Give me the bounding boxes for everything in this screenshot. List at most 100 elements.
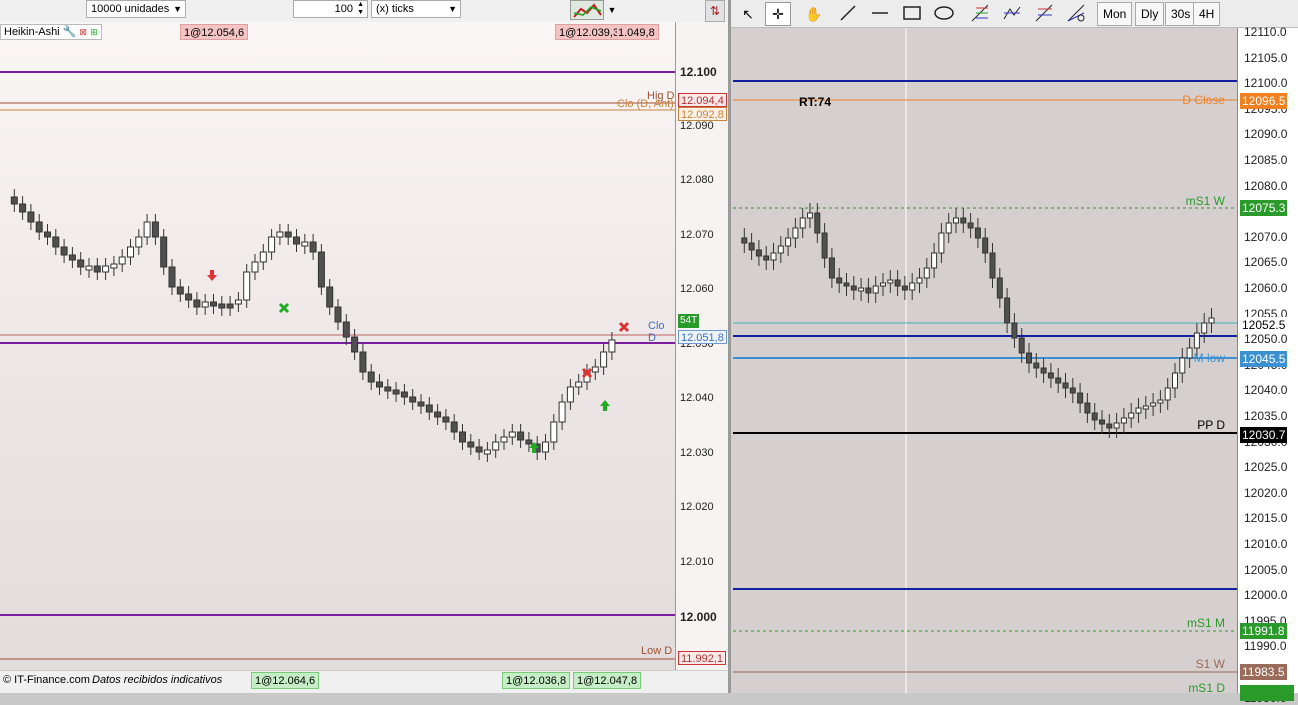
candle-body bbox=[259, 251, 267, 263]
candle-body bbox=[850, 285, 857, 291]
axis-tick-label: 12110.0 bbox=[1244, 25, 1287, 39]
top-flag-3[interactable]: 1.049,8 bbox=[617, 24, 659, 40]
timeframe-30s[interactable]: 30s bbox=[1165, 2, 1197, 26]
candle-body bbox=[409, 396, 417, 403]
axis-tag-pp-d: 12030.7 bbox=[1240, 427, 1288, 443]
axis-tag-current: 12.051,8 bbox=[678, 330, 727, 344]
candle-body bbox=[309, 241, 317, 253]
exit-cross-icon bbox=[278, 302, 290, 314]
ellipse-icon[interactable] bbox=[931, 2, 957, 26]
candle-body bbox=[1193, 332, 1200, 349]
axis-tag-high-d: 12.094,4 bbox=[678, 93, 727, 107]
timeframe-mon[interactable]: Mon bbox=[1097, 2, 1133, 26]
add-green-icon[interactable]: ⊞ bbox=[90, 27, 98, 37]
candle-body bbox=[865, 287, 872, 294]
right-chart-plot[interactable]: RT:74 D Close mS1 W M low PP D mS1 M S1 … bbox=[731, 28, 1237, 695]
fib-levels-icon[interactable] bbox=[1031, 2, 1057, 26]
candle-body bbox=[201, 301, 209, 308]
candle-body bbox=[945, 222, 952, 234]
candle-body bbox=[1186, 347, 1193, 359]
horizontal-line-icon[interactable] bbox=[867, 2, 893, 26]
chart-type-box[interactable]: Heikin-Ashi 🔧 ⊠ ⊞ bbox=[0, 24, 102, 40]
cursor-arrow-icon[interactable]: ↖ bbox=[735, 2, 761, 26]
candle-body bbox=[1026, 352, 1032, 364]
top-flag-2[interactable]: 1@12.039,3 bbox=[555, 24, 624, 40]
level-label-ms1-w: mS1 W bbox=[1185, 194, 1225, 208]
rectangle-icon[interactable] bbox=[899, 2, 925, 26]
candle-body bbox=[185, 293, 193, 301]
candle-body bbox=[1011, 322, 1018, 339]
candle-body bbox=[777, 245, 784, 254]
axis-tick-label: 12.100 bbox=[680, 65, 717, 79]
axis-tick-label: 12100.0 bbox=[1244, 76, 1288, 91]
fib-fan-icon[interactable] bbox=[999, 2, 1025, 26]
candle-body bbox=[1106, 423, 1113, 429]
trendline-icon[interactable] bbox=[835, 2, 861, 26]
candle-body bbox=[1208, 317, 1215, 324]
wrench-icon[interactable]: 🔧 bbox=[63, 26, 77, 38]
candle-body bbox=[1142, 405, 1149, 410]
chart-style-icon[interactable] bbox=[570, 0, 604, 20]
axis-tag-ms1-m: 11991.8 bbox=[1240, 623, 1287, 639]
ticks-value-input[interactable]: 100 ▲ ▼ bbox=[293, 0, 368, 18]
candle-body bbox=[226, 303, 234, 309]
axis-tick-label: 12040.0 bbox=[1244, 383, 1288, 398]
right-price-axis[interactable]: 12110.012105.012100.012095.012090.012085… bbox=[1237, 25, 1298, 705]
timeframe-dly[interactable]: Dly bbox=[1135, 2, 1165, 26]
buy-arrow-icon bbox=[600, 400, 610, 411]
close-red-icon[interactable]: ⊠ bbox=[79, 27, 87, 37]
candle-body bbox=[110, 263, 118, 269]
axis-tick-label: 12.060 bbox=[680, 283, 714, 295]
level-label-pp-d: PP D bbox=[1197, 418, 1225, 432]
stepper-icon[interactable]: ▲ ▼ bbox=[357, 1, 364, 17]
axis-tick-label: 12015.0 bbox=[1244, 511, 1288, 526]
candle-body bbox=[176, 286, 184, 295]
axis-tick-label: 12000.0 bbox=[1244, 588, 1288, 603]
bottom-flag-1[interactable]: 1@12.064,6 bbox=[251, 672, 320, 689]
candle-body bbox=[807, 212, 813, 219]
candle-body bbox=[1150, 402, 1157, 407]
candle-body bbox=[1091, 412, 1098, 421]
left-chart-plot[interactable]: Heikin-Ashi 🔧 ⊠ ⊞ 1@12.054,6 1@12.039,3 … bbox=[0, 22, 675, 670]
candle-body bbox=[872, 285, 879, 294]
bottom-flag-3[interactable]: 1@12.047,8 bbox=[573, 672, 642, 689]
top-flag-1[interactable]: 1@12.054,6 bbox=[180, 24, 249, 40]
undock-icon[interactable]: ⇅ bbox=[705, 0, 725, 22]
ticks-value: 100 bbox=[334, 3, 353, 15]
axis-tick-label: 12060.0 bbox=[1244, 281, 1288, 295]
candle-body bbox=[210, 301, 217, 307]
axis-tick-label: 12005.0 bbox=[1244, 562, 1288, 577]
drawing-toolbar: ↖ ✛ ✋ Mon Dly 30s 4H bbox=[731, 0, 1298, 28]
units-select[interactable]: 10000 unidades ▼ bbox=[86, 0, 186, 18]
bottom-flag-2[interactable]: 1@12.036,8 bbox=[502, 672, 571, 689]
level-label-ms1-m: mS1 M bbox=[1186, 616, 1225, 630]
axis-tick-label: 12.070 bbox=[680, 228, 714, 241]
candle-body bbox=[467, 441, 475, 448]
candle-body bbox=[814, 212, 821, 234]
candle-body bbox=[160, 236, 168, 268]
axis-tick-label: 12020.0 bbox=[1244, 485, 1288, 500]
fibonacci-icon[interactable] bbox=[967, 2, 993, 26]
candle-body bbox=[417, 401, 425, 407]
candle-body bbox=[1004, 297, 1011, 324]
gann-icon[interactable] bbox=[1063, 2, 1089, 26]
candle-body bbox=[367, 371, 375, 383]
candle-body bbox=[517, 431, 525, 441]
ticks-unit-select[interactable]: (x) ticks ▼ bbox=[371, 0, 461, 18]
axis-tick-label: 12085.0 bbox=[1244, 153, 1288, 167]
timeframe-4h[interactable]: 4H bbox=[1193, 2, 1221, 26]
hand-icon[interactable]: ✋ bbox=[797, 2, 831, 26]
crosshair-icon[interactable]: ✛ bbox=[765, 2, 791, 26]
candle-body bbox=[293, 236, 300, 245]
left-price-axis[interactable]: 12.10012.09012.08012.07012.06012.05012.0… bbox=[675, 22, 728, 670]
candle-body bbox=[843, 282, 850, 287]
axis-tick-label: 12.040 bbox=[680, 392, 714, 404]
candle-body bbox=[770, 252, 777, 261]
candle-body bbox=[792, 227, 799, 239]
axis-tag-current: 12052.5 bbox=[1240, 317, 1288, 333]
candle-body bbox=[1179, 357, 1186, 374]
chevron-down-icon[interactable]: ▼ bbox=[605, 0, 619, 20]
candle-body bbox=[916, 277, 923, 284]
candle-body bbox=[500, 436, 508, 443]
axis-tag-d-close: 12096.5 bbox=[1240, 93, 1288, 109]
